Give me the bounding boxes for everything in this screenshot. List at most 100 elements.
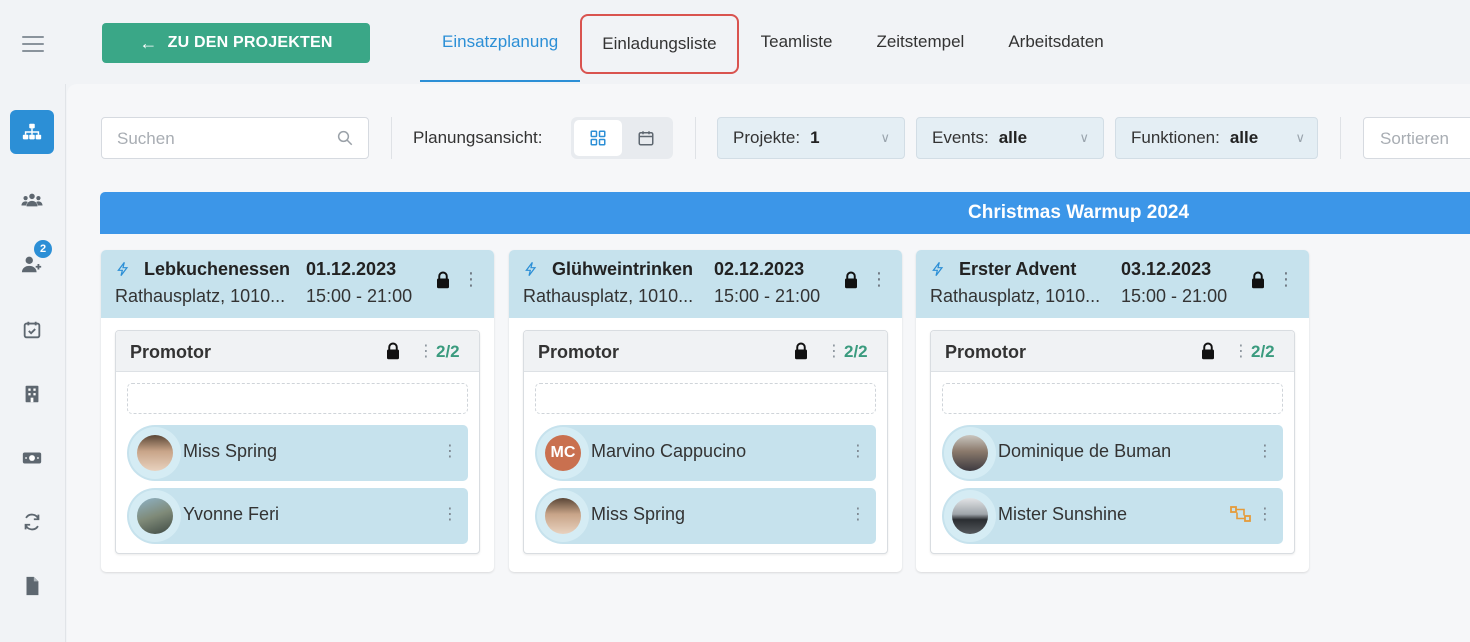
function-header: Promotor ⋮ 2/2: [931, 331, 1294, 372]
search-placeholder: Suchen: [117, 129, 175, 148]
person-chip[interactable]: MC Marvino Cappucino ⋮: [535, 425, 876, 481]
event-header: Glühweintrinken 02.12.2023 Rathausplatz,…: [509, 250, 902, 318]
chevron-down-icon: ∨: [1295, 130, 1305, 145]
more-options-icon[interactable]: ⋮: [442, 504, 458, 524]
project-title: Christmas Warmup 2024: [968, 202, 1190, 223]
avatar: [537, 490, 589, 542]
function-title: Promotor: [945, 342, 1026, 362]
person-chip[interactable]: Miss Spring ⋮: [127, 425, 468, 481]
more-options-icon[interactable]: ⋮: [1277, 269, 1295, 290]
more-options-icon[interactable]: ⋮: [1257, 441, 1273, 461]
empty-slot[interactable]: [942, 383, 1283, 414]
event-address: Rathausplatz, 1010...: [115, 286, 286, 306]
event-address: Rathausplatz, 1010...: [523, 286, 694, 306]
lightning-icon: [525, 261, 537, 277]
project-banner: Christmas Warmup 2024: [100, 192, 1470, 234]
filter-projekte[interactable]: Projekte: 1 ∨: [717, 117, 905, 159]
person-chip[interactable]: Dominique de Buman ⋮: [942, 425, 1283, 481]
search-input[interactable]: Suchen: [101, 117, 369, 159]
more-options-icon[interactable]: ⋮: [1233, 341, 1249, 361]
more-options-icon[interactable]: ⋮: [462, 269, 480, 290]
sidebar-item-invites[interactable]: 2: [10, 240, 54, 286]
tab-teamliste[interactable]: Teamliste: [739, 0, 855, 84]
avatar: [944, 427, 996, 479]
swap-shift-icon[interactable]: [1229, 504, 1253, 524]
lock-icon[interactable]: [384, 341, 402, 361]
tab-einsatzplanung[interactable]: Einsatzplanung: [420, 0, 581, 84]
filter-funktionen[interactable]: Funktionen: alle ∨: [1115, 117, 1318, 159]
avatar: [944, 490, 996, 542]
avatar: [129, 490, 181, 542]
sort-select[interactable]: Sortieren: [1363, 117, 1470, 159]
event-time: 15:00 - 21:00: [714, 286, 821, 306]
lock-icon[interactable]: [792, 341, 810, 361]
filter-events[interactable]: Events: alle ∨: [916, 117, 1104, 159]
menu-icon[interactable]: [22, 36, 44, 52]
tab-einladungsliste[interactable]: Einladungsliste: [580, 14, 739, 74]
event-name: Erster Advent: [959, 259, 1077, 279]
lock-icon[interactable]: [842, 270, 860, 290]
building-icon: [25, 385, 39, 403]
event-date: 02.12.2023: [714, 259, 805, 279]
function-header: Promotor ⋮ 2/2: [524, 331, 887, 372]
sidebar-item-locations[interactable]: [10, 372, 54, 416]
event-card: Lebkuchenessen 01.12.2023 Rathausplatz, …: [101, 250, 494, 572]
more-options-icon[interactable]: ⋮: [850, 441, 866, 461]
lock-icon[interactable]: [1199, 341, 1217, 361]
grid-icon: [590, 130, 606, 146]
toolbar-divider: [391, 117, 392, 159]
tab-zeitstempel[interactable]: Zeitstempel: [854, 0, 986, 84]
planning-view-label: Planungsansicht:: [413, 128, 543, 147]
empty-slot[interactable]: [535, 383, 876, 414]
lightning-icon: [932, 261, 944, 277]
calendar-view-button[interactable]: [622, 120, 670, 156]
function-card: Promotor ⋮ 2/2 MC Marvino Cappucino ⋮ Mi…: [523, 330, 888, 554]
sidebar-item-calendar[interactable]: [10, 308, 54, 352]
person-chip[interactable]: Mister Sunshine ⋮: [942, 488, 1283, 544]
filter-label: Projekte:: [733, 128, 801, 147]
lock-icon[interactable]: [1249, 270, 1267, 290]
more-options-icon[interactable]: ⋮: [442, 441, 458, 461]
person-chip[interactable]: Yvonne Feri ⋮: [127, 488, 468, 544]
sidebar: 2: [0, 84, 66, 642]
tab-arbeitsdaten[interactable]: Arbeitsdaten: [986, 0, 1125, 84]
person-name: Miss Spring: [183, 441, 278, 461]
back-to-projects-label: ZU DEN PROJEKTEN: [167, 34, 333, 51]
grid-view-button[interactable]: [574, 120, 622, 156]
event-header: Erster Advent 03.12.2023 Rathausplatz, 1…: [916, 250, 1309, 318]
back-to-projects-button[interactable]: ← ZU DEN PROJEKTEN: [102, 23, 370, 63]
avatar: MC: [537, 427, 589, 479]
sidebar-item-documents[interactable]: [10, 564, 54, 608]
function-header: Promotor ⋮ 2/2: [116, 331, 479, 372]
sidebar-item-sync[interactable]: [10, 500, 54, 544]
person-chip[interactable]: Miss Spring ⋮: [535, 488, 876, 544]
sidebar-item-team[interactable]: [10, 178, 54, 222]
lock-icon[interactable]: [434, 270, 452, 290]
filter-value: alle: [998, 128, 1028, 147]
more-options-icon[interactable]: ⋮: [850, 504, 866, 524]
function-card: Promotor ⋮ 2/2 Dominique de Buman ⋮ Mist…: [930, 330, 1295, 554]
calendar-icon: [638, 131, 654, 146]
chevron-down-icon: ∨: [880, 130, 890, 145]
empty-slot[interactable]: [127, 383, 468, 414]
function-title: Promotor: [130, 342, 211, 362]
sidebar-item-planning[interactable]: [10, 110, 54, 154]
filter-value: alle: [1229, 128, 1259, 147]
event-header: Lebkuchenessen 01.12.2023 Rathausplatz, …: [101, 250, 494, 318]
person-name: Miss Spring: [591, 504, 686, 524]
more-options-icon[interactable]: ⋮: [418, 341, 434, 361]
more-options-icon[interactable]: ⋮: [870, 269, 888, 290]
more-options-icon[interactable]: ⋮: [1257, 504, 1273, 524]
more-options-icon[interactable]: ⋮: [826, 341, 842, 361]
team-icon: [21, 193, 43, 207]
toolbar-divider: [1340, 117, 1341, 159]
event-card: Glühweintrinken 02.12.2023 Rathausplatz,…: [509, 250, 902, 572]
sync-icon: [24, 513, 40, 531]
document-icon: [26, 576, 39, 596]
filter-value: 1: [810, 128, 820, 147]
sort-placeholder: Sortieren: [1380, 129, 1449, 148]
event-date: 03.12.2023: [1121, 259, 1212, 279]
sidebar-item-payments[interactable]: [10, 436, 54, 480]
calendar-check-icon: [23, 321, 41, 339]
money-icon: [22, 452, 42, 464]
